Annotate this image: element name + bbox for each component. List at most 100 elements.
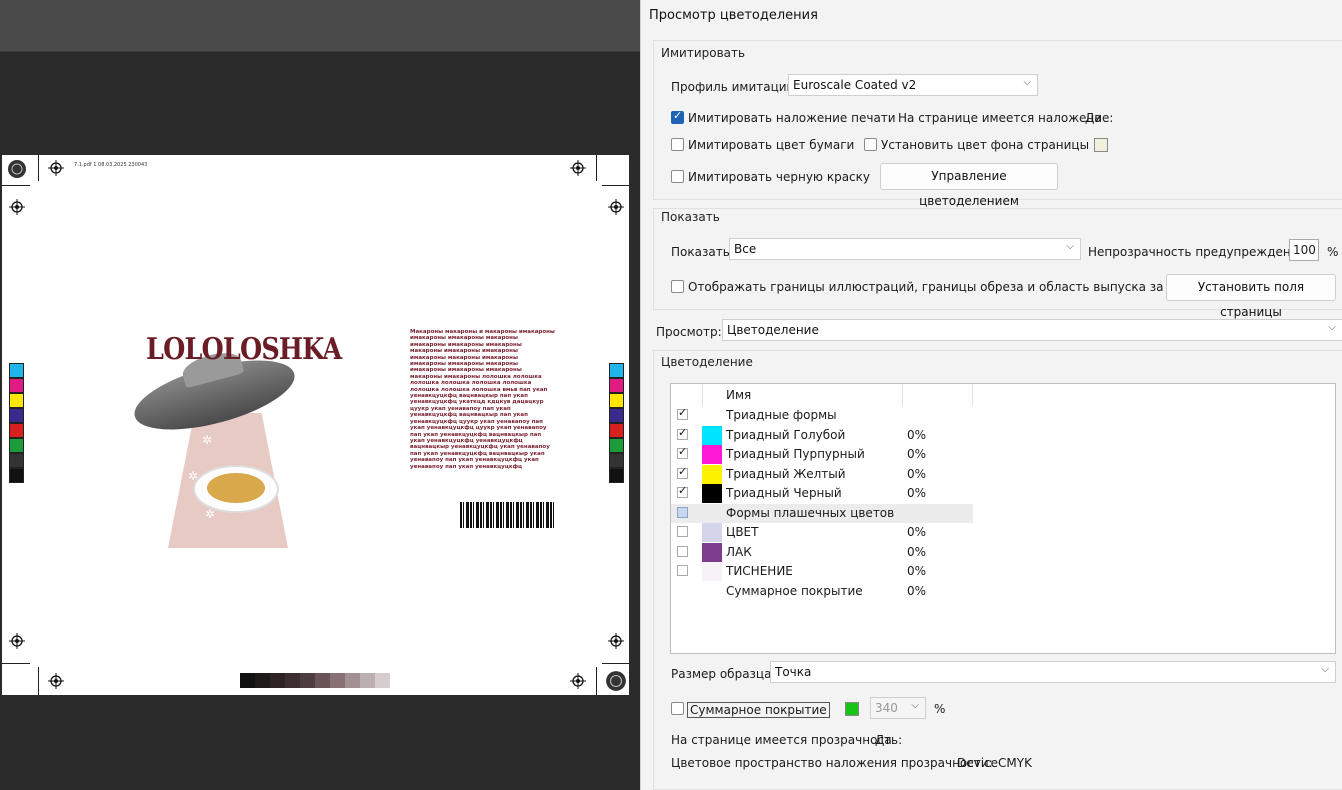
sample-size-label: Размер образца: (671, 667, 776, 681)
sparkle-icon: ✲ (205, 507, 216, 521)
crop-mark (2, 185, 30, 186)
separation-row[interactable]: ЛАК 0% (671, 542, 973, 562)
pasta-image (207, 473, 265, 503)
barcode (460, 502, 554, 528)
registration-mark-icon (9, 633, 25, 649)
separation-coverage: 0% (907, 544, 927, 559)
preview-label: Просмотр: (656, 325, 722, 339)
set-page-bg-color-checkbox[interactable] (864, 138, 877, 151)
separations-group-label: Цветоделение (661, 355, 753, 369)
separation-name: Формы плашечных цветов (726, 505, 895, 520)
show-art-trim-bleed-label[interactable]: Отображать границы иллюстраций, границы … (688, 280, 1203, 294)
sample-size-select[interactable]: Точка ⌵ (770, 661, 1336, 683)
document-toolbar-area (0, 0, 640, 52)
sparkle-icon: ✲ (188, 469, 199, 483)
total-coverage-unit: % (934, 702, 946, 716)
separation-name: ТИСНЕНИЕ (726, 564, 793, 578)
separation-coverage: 0% (907, 525, 927, 539)
show-select-value: Все (734, 242, 757, 256)
sparkle-icon: ✲ (202, 433, 213, 447)
separation-checkbox[interactable] (677, 445, 688, 459)
separation-name: Триадный Голубой (726, 427, 846, 442)
crop-mark (596, 667, 597, 695)
separation-name: ЛАК (726, 544, 752, 559)
separation-row[interactable]: Триадный Черный 0% (671, 484, 973, 503)
separation-row[interactable]: ТИСНЕНИЕ 0% (671, 562, 973, 581)
total-coverage-checkbox[interactable] (671, 702, 684, 715)
sample-size-value: Точка (775, 665, 812, 679)
separation-checkbox[interactable] (677, 406, 688, 420)
simulation-profile-value: Euroscale Coated v2 (793, 78, 917, 92)
set-page-bg-color-label[interactable]: Установить цвет фона страницы (881, 138, 1089, 152)
separation-checkbox[interactable] (677, 506, 688, 518)
separation-row[interactable]: Триадный Голубой 0% (671, 425, 973, 445)
separation-coverage: 0% (907, 486, 927, 500)
transparency-status-label: На странице имеется прозрачность: (671, 733, 903, 747)
registration-mark-icon (9, 199, 25, 215)
header-name: Имя (726, 388, 752, 402)
total-coverage-value: 340 (875, 701, 898, 715)
document-view: 7.1.pdf 1 08.03.2025 230043 LOLOLOSHKA ✲… (0, 0, 640, 790)
separations-list[interactable]: Имя Триадные формыТриадный Голубой0%Триа… (670, 383, 1336, 654)
simulation-profile-select[interactable]: Euroscale Coated v2 ⌵ (788, 74, 1038, 96)
registration-mark-icon (570, 160, 586, 176)
warning-opacity-label: Непрозрачность предупреждений: (1088, 245, 1311, 259)
blend-space-value: DeviceCMYK (957, 756, 1032, 770)
simulate-overprint-label[interactable]: Имитировать наложение печати (688, 111, 896, 125)
separation-color-swatch (702, 562, 722, 581)
header-divider (972, 384, 973, 406)
simulate-group-label: Имитировать (661, 46, 746, 60)
registration-mark-icon (48, 160, 64, 176)
separation-row[interactable]: Триадные формы (671, 406, 973, 425)
pdf-slug-info: 7.1.pdf 1 08.03.2025 230043 (74, 162, 148, 168)
simulate-overprint-checkbox[interactable] (671, 109, 684, 124)
separation-color-swatch (702, 425, 722, 445)
total-coverage-label[interactable]: Суммарное покрытие (687, 702, 830, 718)
separation-checkbox[interactable] (677, 484, 688, 498)
color-bar-left (9, 363, 24, 483)
total-coverage-value-select[interactable]: 340 ⌵ (870, 697, 926, 719)
color-bar-right (609, 363, 624, 483)
separation-row[interactable]: Суммарное покрытие 0% (671, 582, 973, 601)
total-coverage-color-swatch[interactable] (845, 702, 859, 716)
separation-color-swatch (702, 523, 722, 542)
separation-row[interactable]: Триадный Пурпурный 0% (671, 445, 973, 464)
simulate-paper-color-label[interactable]: Имитировать цвет бумаги (688, 138, 854, 152)
brand-logo: LOLOLOSHKA (146, 332, 342, 367)
registration-mark-icon (606, 671, 626, 691)
separation-checkbox[interactable] (677, 526, 688, 537)
crop-mark (602, 185, 629, 186)
preview-select-value: Цветоделение (727, 323, 819, 337)
separation-checkbox[interactable] (677, 426, 688, 440)
separation-name: Суммарное покрытие (726, 583, 863, 598)
separation-name: Триадный Пурпурный (726, 447, 865, 461)
chevron-down-icon: ⌵ (1066, 241, 1074, 252)
separation-color-swatch (702, 484, 722, 503)
separation-checkbox[interactable] (677, 465, 688, 479)
chevron-down-icon: ⌵ (911, 700, 919, 711)
preview-select[interactable]: Цветоделение ⌵ (722, 319, 1342, 341)
transparency-status-value: Да (875, 733, 892, 747)
separations-list-header: Имя (671, 384, 973, 406)
set-page-boxes-button[interactable]: Установить поля страницы (1166, 274, 1336, 319)
simulate-black-ink-checkbox[interactable] (671, 170, 684, 183)
separation-row[interactable]: Формы плашечных цветов (671, 503, 973, 523)
simulate-black-ink-label[interactable]: Имитировать черную краску (688, 170, 870, 184)
crop-mark (602, 663, 629, 664)
separation-row[interactable]: ЦВЕТ 0% (671, 523, 973, 542)
separation-checkbox[interactable] (677, 545, 688, 557)
show-art-trim-bleed-checkbox[interactable] (671, 280, 684, 293)
separation-name: ЦВЕТ (726, 525, 759, 539)
separation-coverage: 0% (907, 583, 927, 598)
show-select[interactable]: Все ⌵ (729, 238, 1081, 260)
color-management-button[interactable]: Управление цветоделением (880, 163, 1058, 208)
blend-space-label: Цветовое пространство наложения прозрачн… (671, 756, 993, 770)
page-bg-color-swatch[interactable] (1094, 138, 1108, 152)
dialog-title: Просмотр цветоделения (649, 8, 818, 23)
separation-row[interactable]: Триадный Желтый 0% (671, 464, 973, 484)
separation-checkbox[interactable] (677, 565, 688, 576)
warning-opacity-input[interactable]: 100 (1289, 239, 1319, 261)
registration-mark-icon (8, 160, 26, 178)
show-label: Показать: (671, 245, 734, 259)
simulate-paper-color-checkbox[interactable] (671, 138, 684, 151)
